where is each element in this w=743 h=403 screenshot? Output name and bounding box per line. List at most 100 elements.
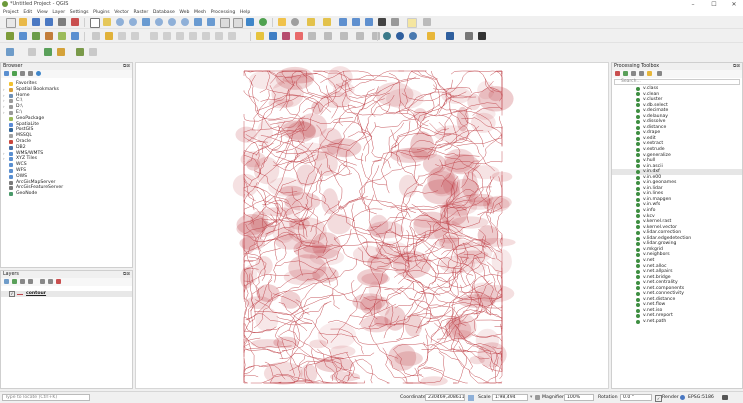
magnifier-field[interactable]: 100% (564, 394, 594, 401)
highlight-label-icon[interactable] (295, 32, 303, 40)
menu-mesh[interactable]: Mesh (194, 9, 206, 16)
toolbox-panel-controls[interactable]: ⧉⊠ (733, 63, 740, 70)
label-pin-icon[interactable] (269, 32, 277, 40)
metasearch-icon[interactable] (396, 32, 404, 40)
map-canvas[interactable] (135, 62, 609, 389)
browser-panel-controls[interactable]: ⧉⊠ (123, 63, 130, 70)
coordinate-capture-icon[interactable] (383, 32, 391, 40)
refresh-icon[interactable] (259, 18, 267, 26)
identify-icon[interactable] (278, 18, 286, 26)
diagram-icon[interactable] (282, 32, 290, 40)
toolbox-algorithm-item[interactable]: v.net.path (612, 319, 742, 325)
menu-plugins[interactable]: Plugins (93, 9, 109, 16)
remove-layer-icon[interactable] (56, 279, 61, 284)
zoom-layer-icon[interactable] (168, 18, 176, 26)
models-icon[interactable] (615, 71, 620, 76)
zoom-selection-icon[interactable] (155, 18, 163, 26)
menu-settings[interactable]: Settings (70, 9, 89, 16)
label-icon[interactable] (256, 32, 264, 40)
visibility-icon[interactable] (20, 279, 25, 284)
layers-panel-controls[interactable]: ⧉⊠ (123, 271, 130, 278)
redo-icon[interactable] (228, 32, 236, 40)
geoprocessing-icon[interactable] (409, 32, 417, 40)
data-source-manager-icon[interactable] (6, 32, 14, 40)
menu-help[interactable]: Help (240, 9, 250, 16)
menu-processing[interactable]: Processing (211, 9, 236, 16)
pan-to-selection-icon[interactable] (103, 18, 111, 26)
browser-item[interactable]: GeoNode (1, 191, 132, 197)
measure-icon[interactable] (391, 18, 399, 26)
raster-calculator-icon[interactable] (44, 48, 52, 56)
rotate-label-icon[interactable] (324, 32, 332, 40)
vertex-tool-icon[interactable] (150, 32, 158, 40)
messages-icon[interactable] (722, 395, 728, 400)
history-icon[interactable] (631, 71, 636, 76)
zoom-native-icon[interactable] (181, 18, 189, 26)
cut-icon[interactable] (176, 32, 184, 40)
filter-icon[interactable] (20, 71, 25, 76)
rotation-field[interactable]: 0.0 ° (620, 394, 652, 401)
pan-icon[interactable] (90, 18, 100, 28)
menu-vector[interactable]: Vector (114, 9, 129, 16)
deselect-icon[interactable] (339, 18, 347, 26)
menu-view[interactable]: View (37, 9, 48, 16)
minimize-button[interactable]: – (686, 0, 700, 9)
menu-edit[interactable]: Edit (23, 9, 32, 16)
zoom-full-icon[interactable] (142, 18, 150, 26)
locator-search-input[interactable]: Type to locate (Ctrl+K) (2, 394, 90, 401)
delete-selected-icon[interactable] (163, 32, 171, 40)
collapse-all-icon[interactable] (48, 279, 53, 284)
toggle-editing-icon[interactable] (105, 32, 113, 40)
zoom-out-icon[interactable] (129, 18, 137, 26)
georeferencer-icon[interactable] (28, 48, 36, 56)
profile-icon[interactable] (6, 48, 14, 56)
new-map-view-icon[interactable] (220, 18, 230, 28)
open-project-icon[interactable] (19, 18, 27, 26)
print-layout-icon[interactable] (58, 18, 66, 26)
add-wms-icon[interactable] (71, 32, 79, 40)
graphical-modeler-icon[interactable] (465, 32, 473, 40)
expand-all-icon[interactable] (40, 279, 45, 284)
toolbox-search-input[interactable]: Search... (614, 79, 740, 85)
change-label-icon[interactable] (340, 32, 348, 40)
results-icon[interactable] (639, 71, 644, 76)
scale-dropdown-icon[interactable]: ▾ (530, 394, 532, 401)
menu-raster[interactable]: Raster (133, 9, 148, 16)
menu-project[interactable]: Project (3, 9, 19, 16)
add-delimited-icon[interactable] (45, 32, 53, 40)
save-edits-icon[interactable] (118, 32, 126, 40)
close-button[interactable]: ✕ (727, 0, 741, 9)
attribute-icon[interactable] (291, 18, 299, 26)
python-console-icon[interactable] (427, 32, 435, 40)
options-icon[interactable] (657, 71, 662, 76)
lock-scale-icon[interactable] (535, 395, 540, 400)
add-group-icon[interactable] (12, 279, 17, 284)
attribute-table-icon[interactable] (352, 18, 360, 26)
maximize-button[interactable]: ☐ (707, 0, 721, 9)
text-annotation-icon[interactable] (423, 18, 431, 26)
copy-icon[interactable] (189, 32, 197, 40)
field-calculator-icon[interactable] (365, 18, 373, 26)
plugin-icon[interactable] (89, 48, 97, 56)
label-properties-icon[interactable] (372, 32, 380, 40)
collapse-all-icon[interactable] (28, 71, 33, 76)
zoom-last-icon[interactable] (194, 18, 202, 26)
save-as-icon[interactable] (45, 18, 53, 26)
zoom-in-icon[interactable] (116, 18, 124, 26)
layer-row-contour[interactable]: ✓ contour (1, 291, 132, 297)
scale-field[interactable]: 1:98,494 (492, 394, 528, 401)
menu-web[interactable]: Web (179, 9, 189, 16)
refresh-icon[interactable] (12, 71, 17, 76)
digitize-icon[interactable] (131, 32, 139, 40)
add-vector-icon[interactable] (19, 32, 27, 40)
render-checkbox[interactable]: ✓ (655, 395, 662, 402)
current-edits-icon[interactable] (92, 32, 100, 40)
topology-checker-icon[interactable] (57, 48, 65, 56)
select-features-icon[interactable] (307, 18, 315, 26)
show-hide-label-icon[interactable] (356, 32, 364, 40)
menu-database[interactable]: Database (153, 9, 175, 16)
scripts-icon[interactable] (623, 71, 628, 76)
add-geopackage-icon[interactable] (58, 32, 66, 40)
bookmark-icon[interactable] (246, 18, 254, 26)
layer-visibility-checkbox[interactable]: ✓ (9, 291, 15, 297)
